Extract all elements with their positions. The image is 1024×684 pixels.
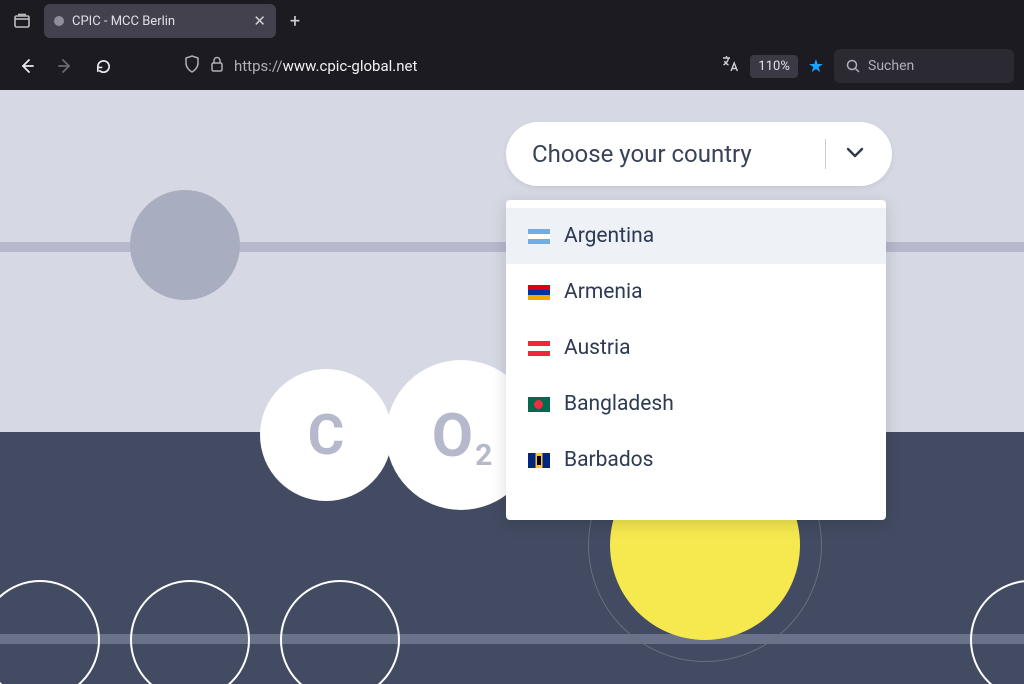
recent-browsing-button[interactable]	[8, 7, 36, 35]
country-option-barbados[interactable]: Barbados	[506, 432, 886, 488]
country-option-armenia[interactable]: Armenia	[506, 264, 886, 320]
country-option-bangladesh[interactable]: Bangladesh	[506, 376, 886, 432]
country-dropdown[interactable]: Choose your country	[506, 122, 892, 186]
country-name: Bangladesh	[564, 392, 674, 416]
shield-icon	[184, 55, 200, 77]
country-name: Barbados	[564, 448, 654, 472]
flag-bangladesh-icon	[528, 397, 550, 412]
decor-circle-gray	[130, 190, 240, 300]
toolbar-right: 110% ★ Suchen	[720, 49, 1014, 83]
lock-icon	[210, 56, 224, 76]
co2-graphic: C O2	[260, 360, 536, 510]
flag-barbados-icon	[528, 453, 550, 468]
divider	[825, 139, 826, 169]
country-name: Armenia	[564, 280, 643, 304]
tab-strip: CPIC - MCC Berlin ✕ +	[0, 0, 1024, 42]
reload-button[interactable]	[86, 49, 120, 83]
browser-tab[interactable]: CPIC - MCC Berlin ✕	[44, 4, 276, 38]
co2-c: C	[260, 369, 392, 501]
translate-icon[interactable]	[720, 54, 740, 78]
tab-close-button[interactable]: ✕	[253, 14, 266, 29]
tab-loading-indicator	[54, 16, 64, 26]
chevron-down-icon	[844, 141, 866, 167]
country-dropdown-list: Argentina Armenia Austria Bangladesh Bar…	[506, 200, 886, 520]
flag-argentina-icon	[528, 229, 550, 244]
country-dropdown-label: Choose your country	[532, 140, 807, 168]
back-button[interactable]	[10, 49, 44, 83]
country-name: Austria	[564, 336, 631, 360]
new-tab-button[interactable]: +	[280, 6, 310, 36]
browser-chrome: CPIC - MCC Berlin ✕ + https://www.cpic-g…	[0, 0, 1024, 90]
country-option-austria[interactable]: Austria	[506, 320, 886, 376]
browser-search-box[interactable]: Suchen	[834, 49, 1014, 83]
page-content: C O2 Choose your country Argentina Armen…	[0, 90, 1024, 684]
bookmark-star-icon[interactable]: ★	[808, 56, 824, 77]
country-name: Argentina	[564, 224, 654, 248]
flag-austria-icon	[528, 341, 550, 356]
flag-armenia-icon	[528, 285, 550, 300]
search-icon	[846, 59, 860, 73]
url-text: https://www.cpic-global.net	[234, 57, 417, 75]
browser-toolbar: https://www.cpic-global.net 110% ★ Suche…	[0, 42, 1024, 90]
address-bar[interactable]: https://www.cpic-global.net	[184, 55, 417, 77]
forward-button[interactable]	[48, 49, 82, 83]
zoom-level[interactable]: 110%	[750, 55, 797, 78]
tab-title: CPIC - MCC Berlin	[72, 14, 175, 29]
search-placeholder: Suchen	[868, 58, 914, 74]
country-option-argentina[interactable]: Argentina	[506, 208, 886, 264]
